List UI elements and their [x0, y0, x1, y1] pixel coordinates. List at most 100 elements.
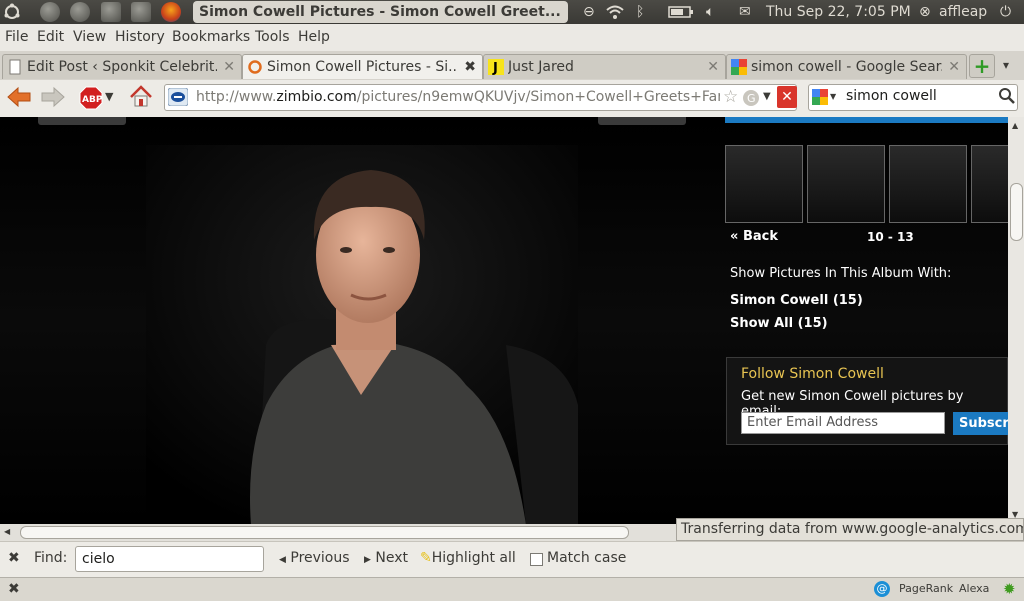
next-photo-button[interactable] [598, 117, 686, 125]
show-pictures-heading: Show Pictures In This Album With: [730, 266, 952, 281]
highlighter-icon: ✎ [420, 550, 432, 566]
mail-icon[interactable]: ✉ [739, 0, 751, 24]
status-icon[interactable]: ⊖ [583, 0, 595, 24]
album-link-show-all[interactable]: Show All (15) [730, 316, 828, 331]
window-title: Simon Cowell Pictures - Simon Cowell Gre… [193, 1, 568, 23]
stop-button[interactable]: ✕ [777, 86, 797, 108]
close-find-bar-icon[interactable]: ✖ [8, 550, 20, 566]
bookmark-star-icon[interactable]: ☆ [723, 87, 738, 107]
match-case-checkbox[interactable] [530, 553, 543, 566]
url-dropdown-icon[interactable]: ▼ [763, 91, 771, 102]
horizontal-scrollbar-thumb[interactable] [20, 526, 629, 539]
search-engine-dropdown-icon[interactable]: ▼ [830, 92, 836, 101]
search-input[interactable]: simon cowell [846, 88, 937, 104]
menu-tools[interactable]: Tools [255, 29, 290, 45]
google-page-icon[interactable]: G [742, 89, 760, 111]
tab-simon-cowell-pictures[interactable]: Simon Cowell Pictures - Si... ✖ [242, 54, 483, 79]
alexa-label[interactable]: Alexa [959, 582, 989, 595]
wifi-icon[interactable] [606, 0, 624, 24]
thumbnail[interactable] [807, 145, 885, 223]
sidebar-header-bar [725, 117, 1008, 123]
gear-icon[interactable]: ✹ [1003, 580, 1016, 598]
search-icon[interactable] [998, 87, 1016, 109]
thumbnail[interactable] [889, 145, 967, 223]
svg-text:J: J [492, 61, 498, 75]
highlight-all-button[interactable]: ✎Highlight all [420, 550, 516, 566]
tab-edit-post[interactable]: Edit Post ‹ Sponkit Celebrit... ✕ [2, 54, 242, 79]
find-next-button[interactable]: ▶ Next [364, 550, 408, 566]
menubar: File Edit View History Bookmarks Tools H… [0, 24, 1024, 51]
back-button[interactable] [6, 86, 32, 112]
follow-box: Follow Simon Cowell Get new Simon Cowell… [726, 357, 1008, 445]
adblock-plus-icon[interactable]: ABP [79, 86, 103, 114]
adblock-dropdown-icon[interactable]: ▼ [105, 90, 113, 103]
find-input[interactable]: cielo [75, 546, 264, 572]
addon-bar: ✖ @ PageRank Alexa ✹ [0, 577, 1024, 601]
find-label: Find: [34, 550, 68, 566]
clock[interactable]: Thu Sep 22, 7:05 PM [766, 0, 911, 24]
status-text: Transferring data from www.google-analyt… [676, 518, 1024, 541]
email-input[interactable]: Enter Email Address [741, 412, 945, 434]
launcher-icon[interactable] [70, 2, 90, 22]
google-search-engine-icon[interactable] [812, 89, 828, 109]
forward-button[interactable] [40, 86, 66, 112]
user-icon[interactable]: ⊗ [919, 0, 931, 24]
google-icon [731, 59, 747, 75]
pagerank-label[interactable]: PageRank [899, 582, 953, 595]
home-button[interactable] [128, 84, 154, 114]
scrollbar-thumb[interactable] [1010, 183, 1023, 241]
menu-bookmarks[interactable]: Bookmarks [172, 29, 250, 45]
top-panel: Simon Cowell Pictures - Simon Cowell Gre… [0, 0, 1024, 24]
user-name[interactable]: affleap [939, 0, 987, 24]
menu-file[interactable]: File [5, 29, 28, 45]
svg-text:ABP: ABP [82, 95, 103, 105]
album-back-link[interactable]: « Back [730, 229, 778, 244]
menu-view[interactable]: View [73, 29, 106, 45]
tab-close-icon[interactable]: ✖ [464, 55, 476, 79]
ubuntu-logo-icon[interactable] [3, 3, 21, 21]
thumbnail[interactable] [971, 145, 1008, 223]
power-icon[interactable]: ⏻ [1000, 0, 1011, 24]
close-addon-bar-icon[interactable]: ✖ [8, 581, 20, 597]
tab-close-icon[interactable]: ✕ [223, 55, 235, 79]
arrow-left-icon: ◀ [279, 555, 286, 565]
volume-icon[interactable]: 🔈︎ [706, 0, 714, 24]
page-icon [7, 59, 23, 75]
svg-text:G: G [747, 92, 756, 105]
menu-edit[interactable]: Edit [37, 29, 64, 45]
text-editor-icon[interactable] [101, 2, 121, 22]
vertical-scrollbar[interactable]: ▲ ▼ [1008, 117, 1024, 524]
double-chevron-left-icon: « [730, 229, 739, 244]
album-range: 10 - 13 [867, 230, 914, 244]
firefox-icon[interactable] [161, 2, 181, 22]
match-case-label: Match case [547, 550, 627, 566]
page-content: « Back 10 - 13 Show Pictures In This Alb… [0, 117, 1008, 524]
previous-photo-button[interactable] [38, 117, 126, 125]
menu-help[interactable]: Help [298, 29, 330, 45]
bluetooth-icon[interactable]: ᛒ [636, 0, 644, 24]
follow-title: Follow Simon Cowell [741, 366, 884, 382]
find-previous-button[interactable]: ◀ Previous [279, 550, 350, 566]
just-jared-icon: J [488, 59, 504, 76]
at-sign-icon[interactable]: @ [874, 581, 890, 597]
album-link-simon-cowell[interactable]: Simon Cowell (15) [730, 293, 863, 308]
subscribe-button[interactable]: Subscri [953, 412, 1008, 435]
thumbnail[interactable] [725, 145, 803, 223]
tab-list-icon[interactable]: ▾ [1003, 58, 1009, 72]
tab-google-search[interactable]: simon cowell - Google Sear... ✕ [726, 54, 967, 79]
site-identity-icon[interactable] [167, 87, 189, 110]
tab-close-icon[interactable]: ✕ [948, 55, 960, 79]
url-text[interactable]: http://www.zimbio.com/pictures/n9emwQKUV… [196, 89, 720, 105]
menu-history[interactable]: History [115, 29, 165, 45]
loading-icon [247, 59, 263, 75]
battery-icon[interactable] [668, 0, 694, 24]
tab-just-jared[interactable]: J Just Jared ✕ [483, 54, 726, 79]
scroll-up-icon[interactable]: ▲ [1012, 121, 1018, 130]
arrow-right-icon: ▶ [364, 555, 371, 565]
tools-icon[interactable] [131, 2, 151, 22]
main-photo[interactable] [146, 145, 578, 524]
scroll-left-icon[interactable]: ◀ [4, 527, 10, 536]
launcher-icon[interactable] [40, 2, 60, 22]
tab-close-icon[interactable]: ✕ [707, 55, 719, 79]
new-tab-button[interactable]: + [969, 54, 995, 78]
